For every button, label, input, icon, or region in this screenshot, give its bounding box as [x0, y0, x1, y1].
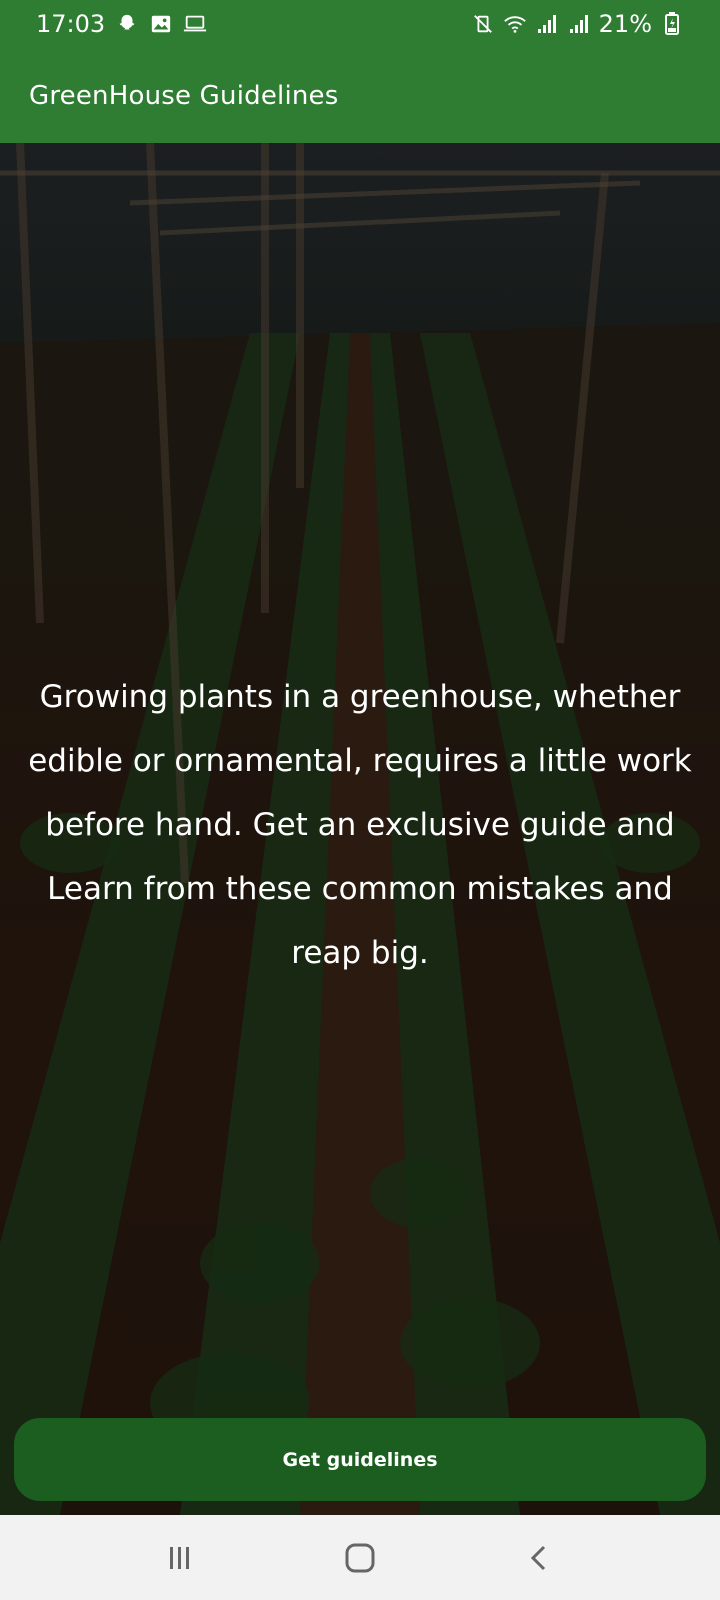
snapchat-icon [115, 12, 139, 36]
navigation-bar [0, 1515, 720, 1600]
laptop-icon [183, 12, 207, 36]
status-bar-right: 21% [471, 10, 684, 38]
wifi-icon [503, 12, 527, 36]
image-icon [149, 12, 173, 36]
app-bar: GreenHouse Guidelines [0, 48, 720, 143]
signal-icon [535, 12, 559, 36]
status-bar-left: 17:03 [36, 10, 207, 38]
home-icon[interactable] [320, 1528, 400, 1588]
get-guidelines-button[interactable]: Get guidelines [14, 1418, 706, 1501]
signal-icon [567, 12, 591, 36]
battery-charging-icon [660, 12, 684, 36]
app-title: GreenHouse Guidelines [29, 80, 339, 111]
status-time: 17:03 [36, 10, 106, 38]
recent-apps-icon[interactable] [140, 1528, 220, 1588]
vibrate-mute-icon [471, 12, 495, 36]
battery-percentage: 21% [598, 10, 652, 38]
back-icon[interactable] [500, 1528, 580, 1588]
status-bar: 17:03 21% [0, 0, 720, 48]
intro-message: Growing plants in a greenhouse, whether … [28, 679, 692, 971]
